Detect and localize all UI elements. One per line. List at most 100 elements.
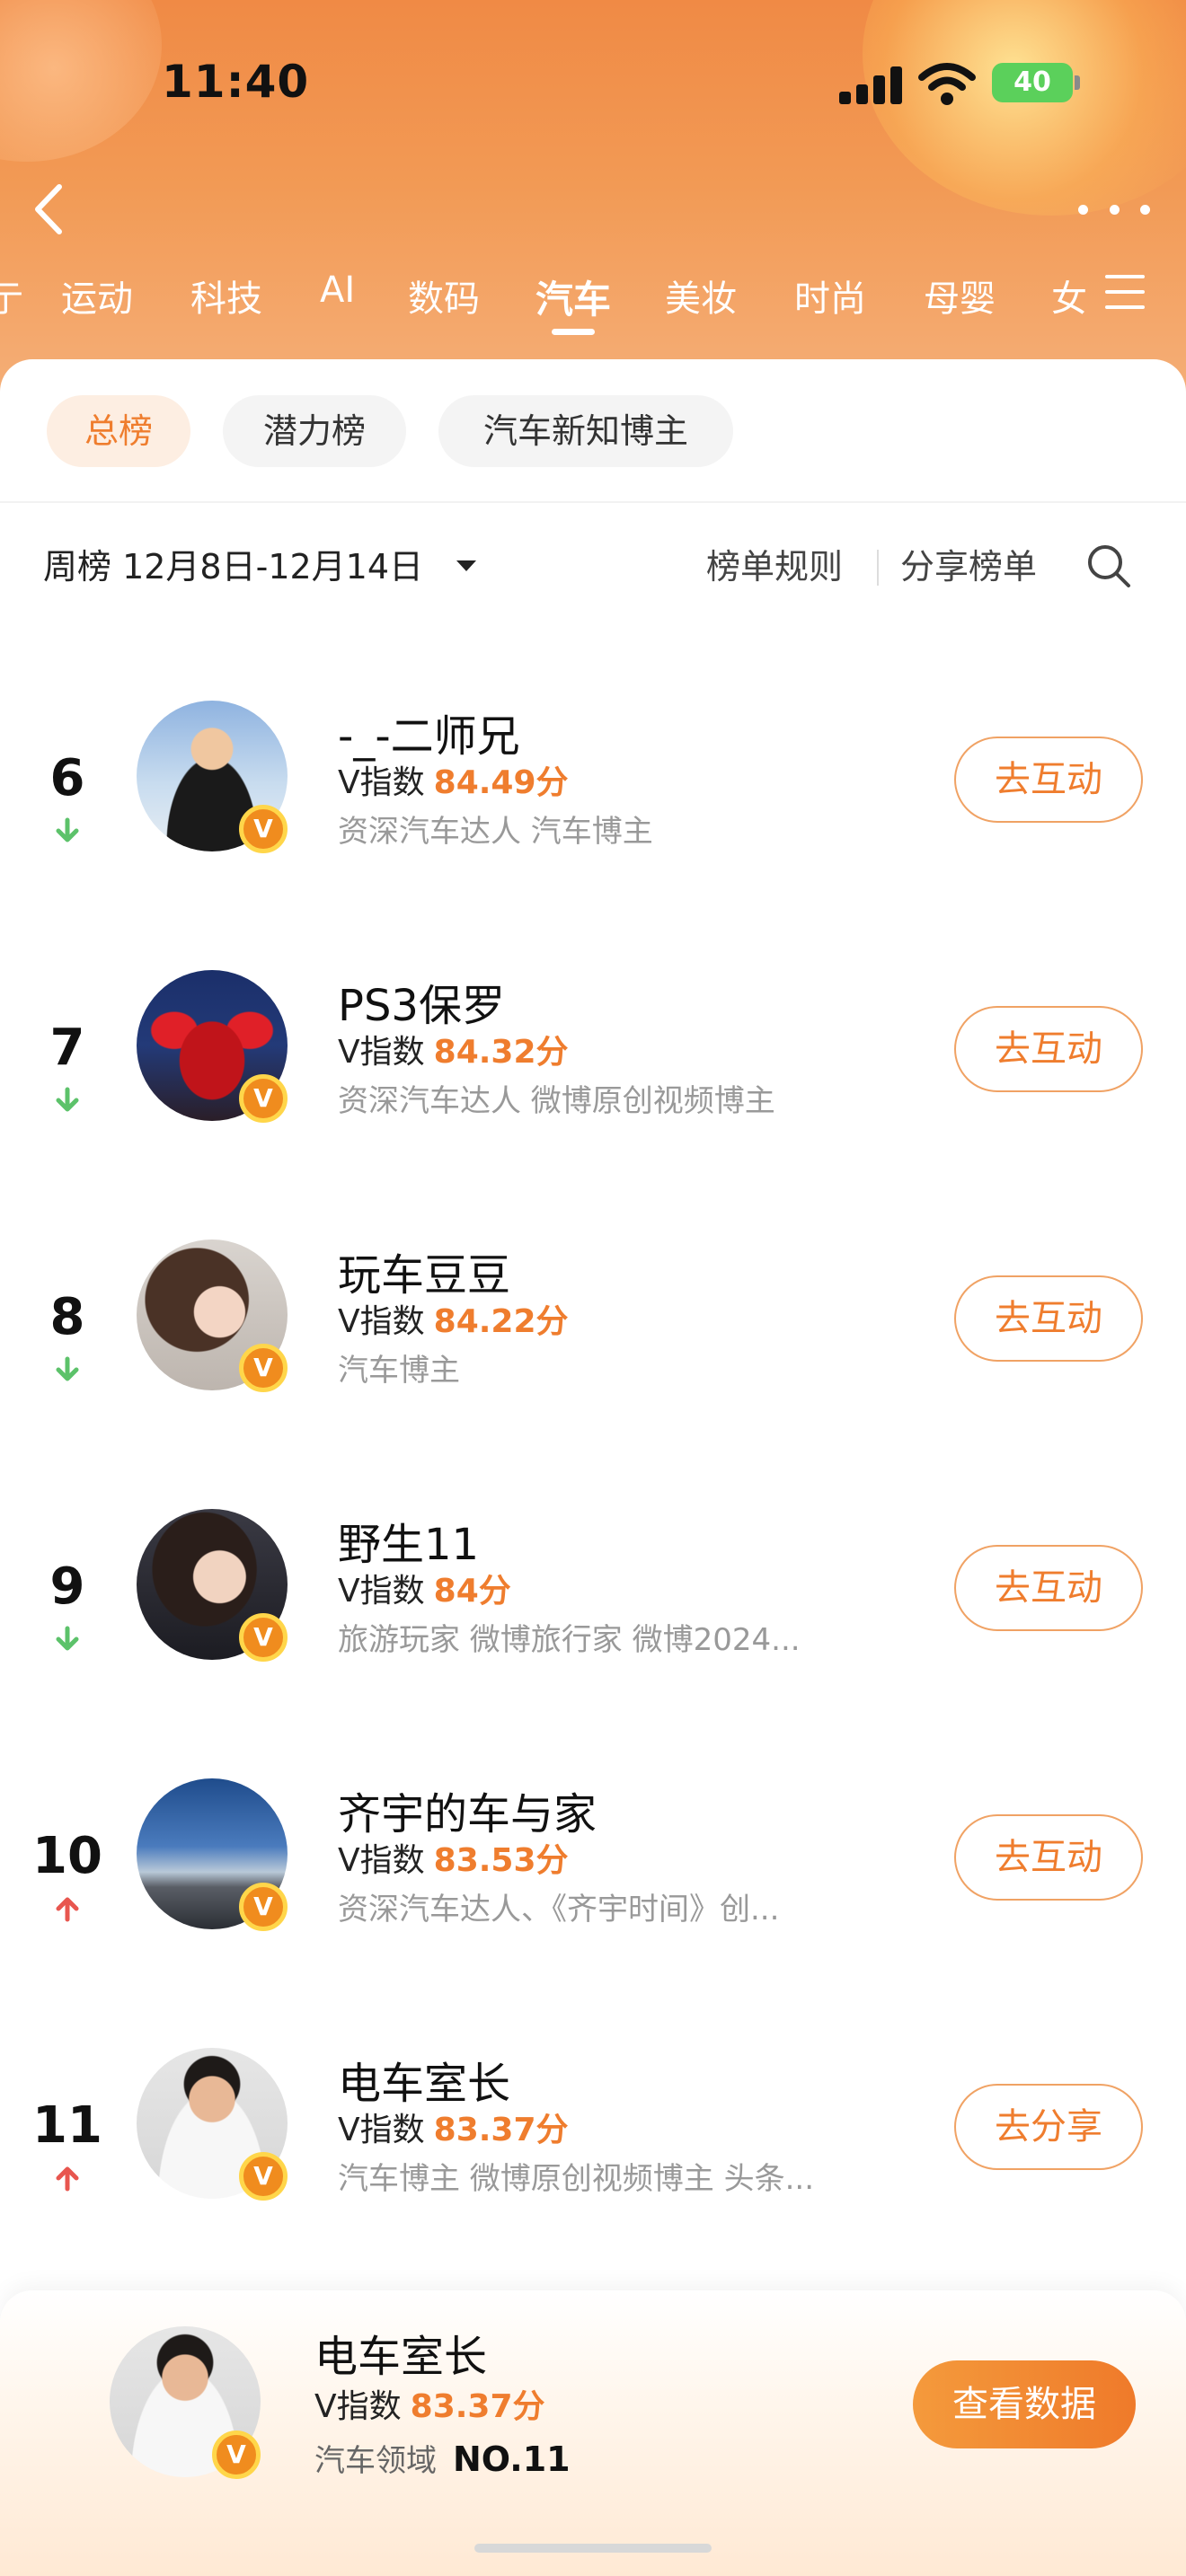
verified-v-badge: V — [212, 2430, 261, 2479]
blogger-name: 玩车豆豆 — [338, 1250, 511, 1301]
interact-button[interactable]: 去互动 — [954, 1545, 1143, 1631]
rank-number: 8 — [49, 1288, 85, 1346]
blogger-name: PS3保罗 — [338, 981, 505, 1031]
blogger-name: 野生11 — [338, 1520, 480, 1570]
blogger-description: 旅游玩家 微博旅行家 微博2024... — [338, 1622, 801, 1658]
interact-button[interactable]: 去互动 — [954, 1814, 1143, 1901]
verified-v-badge: V — [239, 1344, 288, 1392]
list-item[interactable]: 7 V PS3保罗 V指数 84.32分 资深汽车达人 微博原创视频博主 去互动 — [0, 970, 1186, 1239]
share-button[interactable]: 去分享 — [954, 2084, 1143, 2170]
v-score: 84.32分 — [433, 1034, 569, 1071]
my-v-score: 83.37分 — [410, 2388, 545, 2425]
separator — [877, 550, 879, 586]
blogger-name: -_-二师兄 — [338, 711, 520, 762]
v-index: V指数 83.53分 — [338, 1842, 569, 1879]
subtab-overall[interactable]: 总榜 — [47, 395, 190, 467]
tab-sports[interactable]: 运动 — [61, 269, 133, 322]
rank-number: 11 — [32, 2096, 102, 2155]
v-index: V指数 84分 — [338, 1573, 511, 1610]
v-score: 84.49分 — [433, 764, 569, 801]
subtab-new-knowledge[interactable]: 汽车新知博主 — [438, 395, 733, 467]
verified-v-badge: V — [239, 805, 288, 853]
v-index: V指数 84.22分 — [338, 1303, 569, 1340]
trend-down-icon — [56, 1626, 79, 1651]
list-item[interactable]: 8 V 玩车豆豆 V指数 84.22分 汽车博主 去互动 — [0, 1239, 1186, 1509]
status-time: 11:40 — [162, 56, 310, 108]
menu-icon[interactable] — [1105, 275, 1145, 314]
verified-v-badge: V — [239, 1883, 288, 1931]
avatar[interactable]: V — [137, 1239, 288, 1392]
v-index: V指数 83.37分 — [338, 2112, 569, 2148]
v-score: 84.22分 — [433, 1303, 569, 1340]
trend-down-icon — [56, 1087, 79, 1112]
interact-button[interactable]: 去互动 — [954, 1275, 1143, 1362]
avatar[interactable]: V — [137, 701, 288, 853]
tab-partial-right[interactable]: 女 — [1051, 269, 1087, 322]
interact-button[interactable]: 去互动 — [954, 737, 1143, 823]
v-score: 83.37分 — [433, 2112, 569, 2148]
search-icon[interactable] — [1085, 543, 1132, 589]
list-item[interactable]: 6 V -_-二师兄 V指数 84.49分 资深汽车达人 汽车博主 去互动 — [0, 701, 1186, 970]
tab-ai[interactable]: AI — [320, 269, 355, 311]
blogger-description: 汽车博主 微博原创视频博主 头条... — [338, 2161, 815, 2197]
category-tabs: 亍 运动 科技 AI 数码 汽车 美妆 时尚 母婴 女 — [0, 269, 1087, 332]
blogger-name: 齐宇的车与家 — [338, 1789, 597, 1839]
wifi-icon — [918, 63, 976, 105]
my-field-rank: 汽车领域 NO.11 — [314, 2439, 571, 2479]
tab-auto[interactable]: 汽车 — [535, 269, 611, 324]
rules-link[interactable]: 榜单规则 — [706, 539, 843, 588]
my-name: 电车室长 — [314, 2332, 488, 2382]
rank-number: 6 — [49, 749, 85, 807]
tab-tech[interactable]: 科技 — [190, 269, 262, 322]
trend-down-icon — [56, 1356, 79, 1381]
tab-partial-left[interactable]: 亍 — [0, 269, 23, 322]
tab-baby[interactable]: 母婴 — [924, 269, 996, 322]
my-avatar[interactable]: V — [110, 2326, 261, 2479]
more-options-icon[interactable] — [1078, 189, 1150, 230]
verified-v-badge: V — [239, 1613, 288, 1662]
blogger-description: 资深汽车达人 微博原创视频博主 — [338, 1083, 775, 1119]
trend-up-icon — [56, 2166, 79, 2192]
list-item[interactable]: 9 V 野生11 V指数 84分 旅游玩家 微博旅行家 微博2024... 去互动 — [0, 1509, 1186, 1778]
avatar[interactable]: V — [137, 970, 288, 1123]
interact-button[interactable]: 去互动 — [954, 1006, 1143, 1092]
period-selector[interactable]: 周榜 12月8日-12月14日 — [43, 539, 423, 588]
blogger-description: 资深汽车达人 汽车博主 — [338, 814, 653, 850]
blogger-name: 电车室长 — [338, 2059, 511, 2109]
divider — [0, 501, 1186, 503]
trend-down-icon — [56, 817, 79, 842]
battery-indicator: 40 — [992, 63, 1073, 102]
avatar[interactable]: V — [137, 1778, 288, 1931]
list-item[interactable]: 10 V 齐宇的车与家 V指数 83.53分 资深汽车达人、《齐宇时间》创... … — [0, 1778, 1186, 2048]
tab-digital[interactable]: 数码 — [408, 269, 480, 322]
back-icon[interactable] — [22, 178, 75, 241]
caret-down-icon[interactable] — [456, 560, 476, 571]
avatar[interactable]: V — [137, 2048, 288, 2201]
my-v-index: V指数 83.37分 — [314, 2388, 545, 2425]
v-score: 83.53分 — [433, 1842, 569, 1879]
subtab-potential[interactable]: 潜力榜 — [223, 395, 406, 467]
blogger-description: 资深汽车达人、《齐宇时间》创... — [338, 1892, 780, 1928]
home-indicator[interactable] — [474, 2544, 712, 2553]
rank-number: 7 — [49, 1019, 85, 1077]
active-tab-indicator — [552, 329, 595, 335]
tab-beauty[interactable]: 美妆 — [665, 269, 737, 322]
battery-tip — [1075, 75, 1080, 90]
blogger-description: 汽车博主 — [338, 1353, 460, 1389]
rank-number: 9 — [49, 1557, 85, 1616]
trend-up-icon — [56, 1897, 79, 1922]
verified-v-badge: V — [239, 1074, 288, 1123]
v-score: 84分 — [433, 1573, 511, 1610]
cellular-signal-icon — [839, 65, 902, 104]
view-data-button[interactable]: 查看数据 — [913, 2360, 1136, 2448]
header-decoration — [863, 0, 1186, 216]
v-index: V指数 84.32分 — [338, 1034, 569, 1071]
verified-v-badge: V — [239, 2152, 288, 2201]
v-index: V指数 84.49分 — [338, 764, 569, 801]
header-decoration — [0, 0, 162, 162]
tab-fashion[interactable]: 时尚 — [794, 269, 866, 322]
avatar[interactable]: V — [137, 1509, 288, 1662]
list-item[interactable]: 11 V 电车室长 V指数 83.37分 汽车博主 微博原创视频博主 头条... … — [0, 2048, 1186, 2317]
my-rank-number: NO.11 — [453, 2439, 571, 2479]
share-link[interactable]: 分享榜单 — [900, 539, 1037, 588]
